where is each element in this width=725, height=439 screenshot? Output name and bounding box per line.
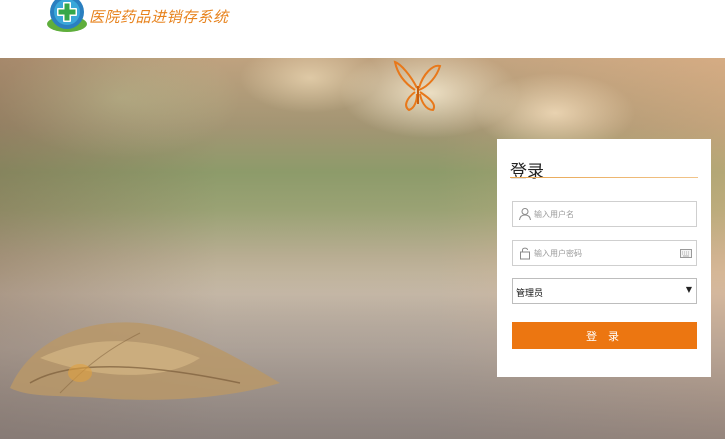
role-select[interactable]: 管理员 ▼ (512, 278, 697, 304)
login-panel: 登录 管理员 ▼ 登 录 (497, 139, 711, 377)
header: 医院药品进销存系统 (0, 0, 725, 58)
password-input[interactable] (534, 243, 674, 263)
login-button[interactable]: 登 录 (512, 322, 697, 349)
role-select-value: 管理员 (516, 288, 544, 298)
username-field[interactable] (512, 201, 697, 227)
medical-cross-icon (47, 0, 87, 32)
chevron-down-icon: ▼ (685, 285, 692, 294)
keyboard-icon[interactable] (680, 249, 692, 258)
lock-icon (520, 247, 530, 260)
password-field[interactable] (512, 240, 697, 266)
title-divider (510, 177, 698, 178)
user-icon (519, 208, 531, 221)
system-name: 医院药品进销存系统 (89, 8, 229, 26)
hero-background: 登录 管理员 ▼ 登 录 (0, 58, 725, 439)
username-input[interactable] (534, 204, 674, 224)
leaf-image (10, 322, 280, 400)
butterfly-icon (393, 60, 442, 112)
login-title: 登录 (510, 162, 544, 181)
